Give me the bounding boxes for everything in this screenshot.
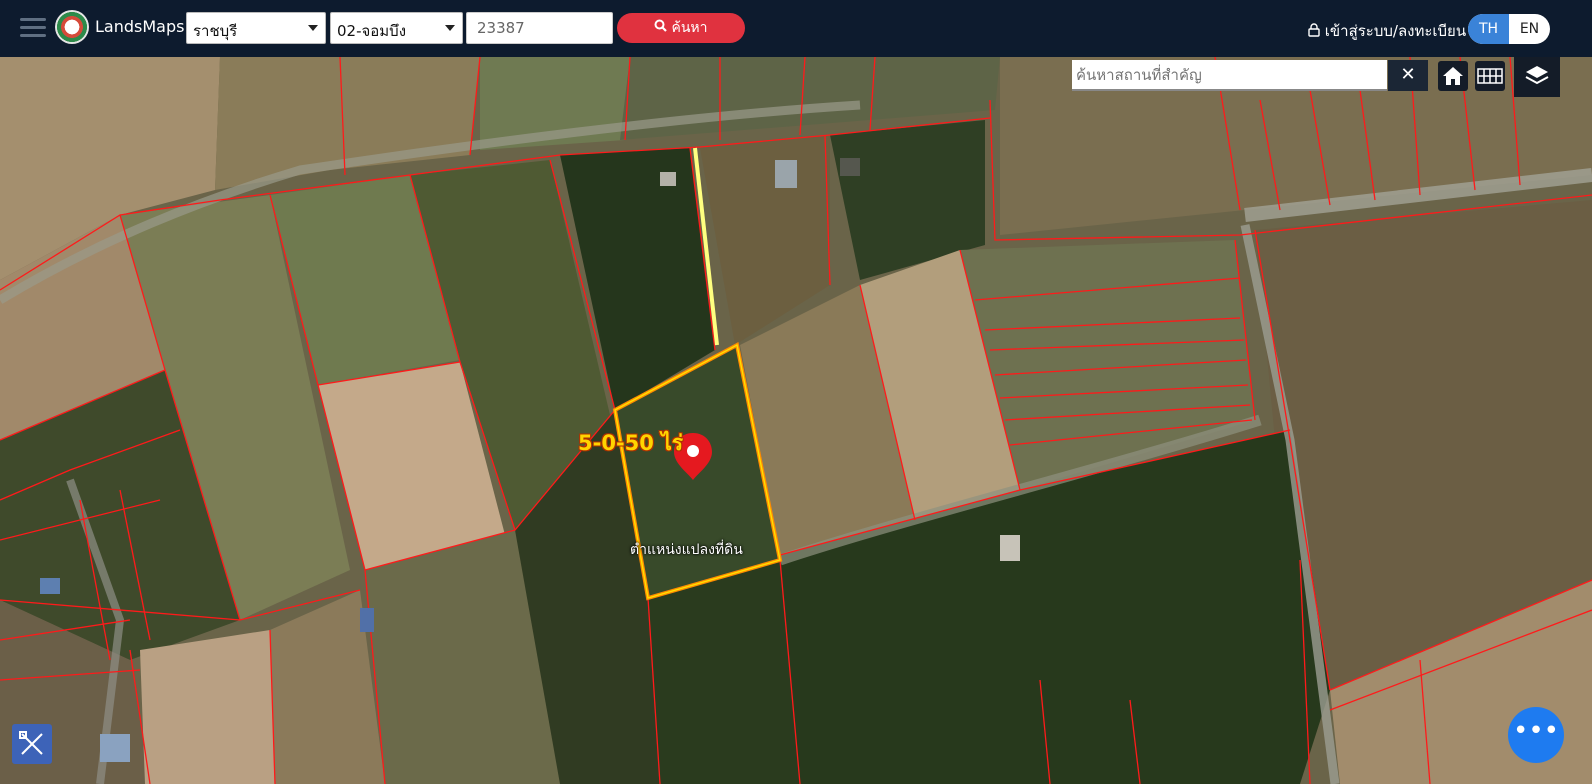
search-button[interactable]: ค้นหา	[617, 13, 745, 43]
parcel-area-label: 5-0-50 ไร่	[578, 431, 684, 455]
menu-icon[interactable]	[20, 16, 46, 40]
chevron-down-icon	[445, 25, 455, 31]
login-link[interactable]: เข้าสู่ระบบ/ลงทะเบียน	[1308, 19, 1466, 43]
search-icon	[654, 13, 668, 43]
language-toggle: TH EN	[1468, 14, 1550, 44]
top-bar: LandsMaps ราชบุรี 02-จอมบึง ค้นหา เข้าสู…	[0, 0, 1592, 57]
chevron-down-icon	[308, 25, 318, 31]
brand-name: LandsMaps	[95, 17, 185, 36]
province-select[interactable]: ราชบุรี	[186, 12, 326, 44]
layers-button[interactable]	[1514, 57, 1560, 97]
more-icon: •••	[1512, 716, 1559, 746]
place-search-input[interactable]	[1072, 60, 1387, 91]
district-select[interactable]: 02-จอมบึง	[330, 12, 463, 44]
satellite-map[interactable]: 5-0-50 ไร่ ตำแหน่งแปลงที่ดิน	[0, 57, 1592, 784]
grid-icon	[1477, 68, 1503, 84]
login-label: เข้าสู่ระบบ/ลงทะเบียน	[1324, 22, 1467, 40]
lang-en-button[interactable]: EN	[1509, 14, 1550, 44]
district-value: 02-จอมบึง	[337, 22, 407, 40]
search-button-label: ค้นหา	[671, 20, 708, 36]
lock-icon	[1308, 22, 1325, 40]
map-canvas	[0, 57, 1592, 784]
close-icon[interactable]: ✕	[1388, 60, 1428, 91]
home-button[interactable]	[1438, 61, 1468, 91]
home-icon	[1443, 67, 1463, 85]
measure-icon	[19, 731, 43, 755]
province-value: ราชบุรี	[193, 22, 238, 40]
layers-icon	[1525, 66, 1549, 85]
parcel-location-label: ตำแหน่งแปลงที่ดิน	[630, 542, 743, 558]
more-options-button[interactable]: •••	[1508, 707, 1564, 763]
landsmaps-logo[interactable]	[55, 10, 89, 44]
lang-th-button[interactable]: TH	[1468, 14, 1509, 44]
measure-tool-button[interactable]	[12, 724, 52, 764]
parcel-number-input[interactable]	[466, 12, 613, 44]
grid-button[interactable]	[1475, 61, 1505, 91]
